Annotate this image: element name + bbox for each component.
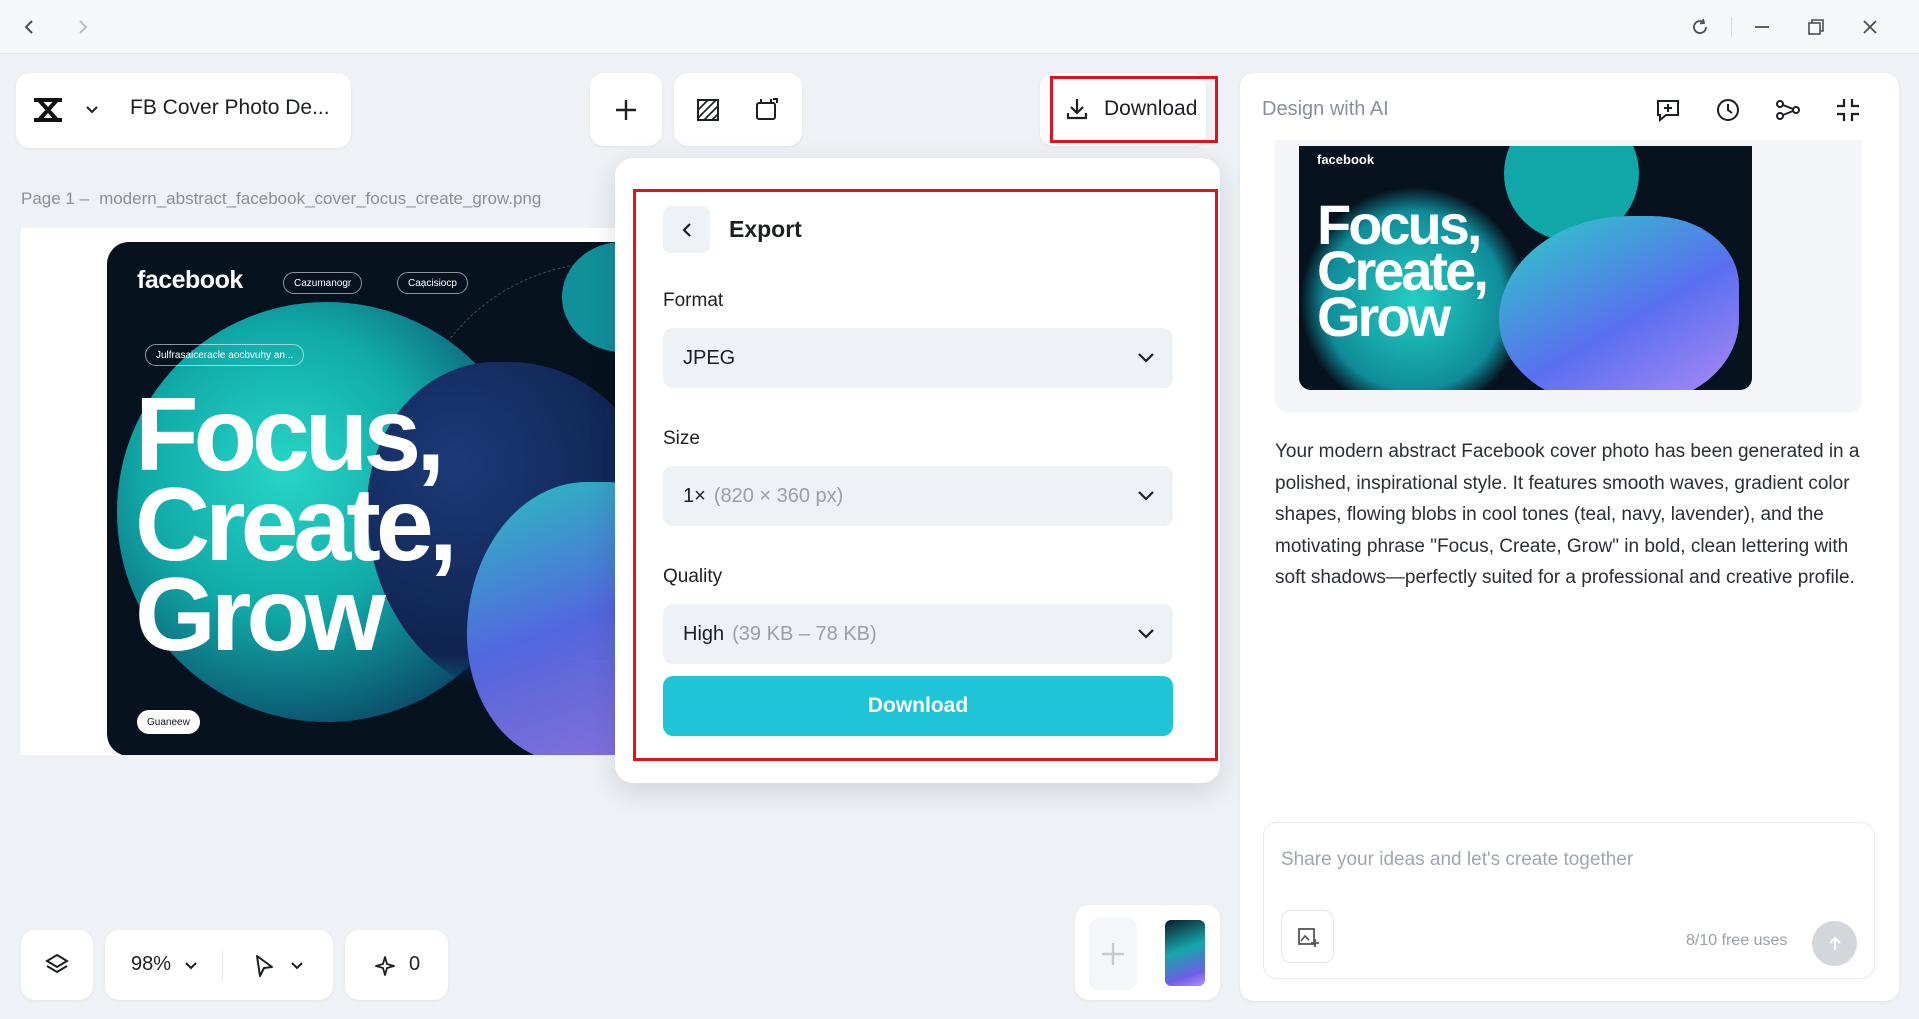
back-arrow-icon[interactable]: [14, 11, 46, 43]
ai-description: Your modern abstract Facebook cover phot…: [1275, 441, 1860, 588]
send-arrow-icon[interactable]: [1812, 921, 1857, 966]
minimize-icon[interactable]: [1746, 11, 1778, 43]
cover-pill-3: Julfrasaiceracle aocbvuhy an...: [145, 344, 305, 366]
sparkle-icon[interactable]: [372, 953, 398, 979]
cover-image[interactable]: facebook Cazumanogr Caạcisiocp Julfrasai…: [107, 242, 615, 755]
capcut-logo-icon[interactable]: [28, 92, 68, 128]
cover-pill-1: Cazumanogr: [283, 272, 363, 294]
ai-panel-title: Design with AI: [1262, 98, 1389, 120]
headline-line-3: Grow: [135, 557, 386, 673]
page-thumbnail[interactable]: [1163, 918, 1207, 988]
image-upload-icon[interactable]: [1281, 910, 1334, 963]
share-icon[interactable]: [1770, 92, 1806, 128]
preview-facebook-logo: facebook: [1317, 152, 1375, 167]
size-value: 1×: [683, 484, 706, 507]
download-icon: [1062, 94, 1092, 124]
restore-icon[interactable]: [1800, 11, 1832, 43]
size-select[interactable]: 1× (820 × 360 px): [663, 466, 1173, 526]
design-canvas[interactable]: facebook Cazumanogr Caạcisiocp Julfrasai…: [21, 228, 615, 755]
credits-count: 0: [409, 953, 421, 975]
cover-headline: Focus, Create, Grow: [135, 383, 458, 673]
collapse-icon[interactable]: [1830, 92, 1866, 128]
new-chat-icon[interactable]: [1650, 92, 1686, 128]
toolbar-divider: [222, 950, 223, 980]
facebook-logo: facebook: [137, 266, 243, 294]
export-popover: Export Format JPEG Size 1× (820 × 360 px)…: [615, 158, 1220, 783]
ai-result-image[interactable]: facebook Focus, Create, Grow: [1299, 146, 1752, 390]
chevron-down-icon[interactable]: [80, 98, 104, 122]
pointer-icon[interactable]: [250, 951, 278, 981]
project-title[interactable]: FB Cover Photo De...: [130, 96, 330, 120]
size-detail: (820 × 360 px): [713, 484, 844, 507]
layers-icon[interactable]: [21, 930, 93, 1000]
window-titlebar: [0, 0, 1919, 54]
page-label: Page 1 – modern_abstract_facebook_cover_f…: [21, 189, 541, 209]
cover-cta-button: Guaneew: [137, 710, 200, 734]
preview-headline: Focus, Create, Grow: [1317, 197, 1489, 345]
zoom-chevron-down-icon[interactable]: [180, 955, 202, 977]
chevron-down-icon: [1137, 623, 1155, 646]
download-button-label: Download: [1104, 97, 1198, 120]
size-label: Size: [663, 428, 700, 449]
remove-background-icon[interactable]: [690, 92, 726, 128]
forward-arrow-icon[interactable]: [66, 11, 98, 43]
back-button[interactable]: [663, 206, 710, 253]
quality-value: High: [683, 622, 725, 645]
add-icon[interactable]: [590, 73, 662, 146]
page-filename: modern_abstract_facebook_cover_focus_cre…: [99, 189, 542, 208]
chevron-down-icon: [1137, 347, 1155, 370]
format-label: Format: [663, 290, 724, 311]
refresh-icon[interactable]: [1684, 11, 1716, 43]
format-value: JPEG: [683, 346, 736, 369]
ai-prompt-box[interactable]: [1263, 822, 1875, 979]
cover-pill-2: Caạcisiocp: [397, 272, 468, 294]
page-number: Page 1 –: [21, 189, 90, 208]
free-uses-counter: 8/10 free uses: [1686, 932, 1788, 949]
titlebar-divider: [1731, 17, 1732, 37]
zoom-level[interactable]: 98%: [131, 953, 171, 976]
export-download-button[interactable]: Download: [663, 676, 1173, 736]
quality-label: Quality: [663, 566, 723, 587]
pointer-chevron-down-icon[interactable]: [286, 955, 308, 977]
add-page-icon[interactable]: [1089, 918, 1137, 990]
history-icon[interactable]: [1710, 92, 1746, 128]
format-select[interactable]: JPEG: [663, 328, 1173, 388]
resize-icon[interactable]: [748, 92, 784, 128]
quality-select[interactable]: High (39 KB – 78 KB): [663, 604, 1173, 664]
quality-detail: (39 KB – 78 KB): [732, 622, 877, 645]
export-title: Export: [729, 216, 802, 242]
preview-gradient-wave: [1499, 216, 1739, 390]
ai-prompt-input[interactable]: Share your ideas and let's create togeth…: [1281, 849, 1633, 871]
chevron-down-icon: [1137, 485, 1155, 508]
close-icon[interactable]: [1854, 11, 1886, 43]
